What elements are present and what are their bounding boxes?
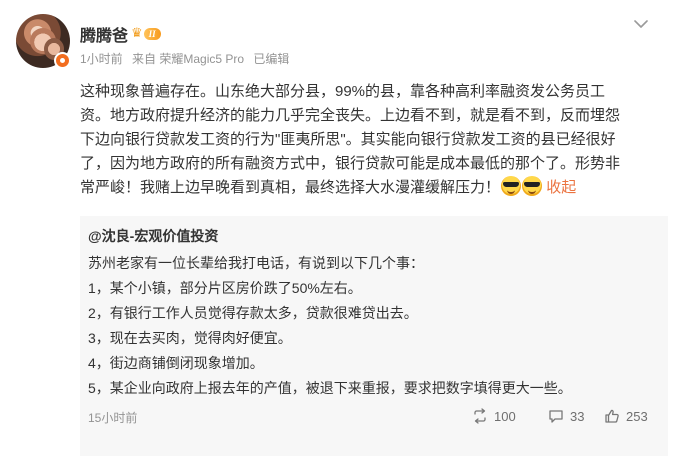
comment-button[interactable]: 33 [548, 408, 584, 424]
comment-icon [549, 410, 563, 423]
post-text-line: 资。地方政府提升经济的能力几乎完全丧失。上边看不到，就是看不到，反而埋怨 [80, 107, 621, 124]
cool-sunglasses-emoji-icon [501, 176, 522, 196]
post-text-line: 了，因为地方政府的所有融资方式中，银行贷款可能是成本最低的那个了。形势非 [80, 155, 621, 172]
repost-text-line: 4，街边商铺倒闭现象增加。 [88, 355, 264, 371]
repost-text-line: 1，某个小镇，部分片区房价跌了50%左右。 [88, 280, 362, 296]
post-text-line: 下边向银行贷款发工资的行为"匪夷所思"。其实能向银行贷款发工资的县已经很好 [80, 131, 616, 148]
weibo-post-card: 腾腾爸 ♛ II 1小时前 来自 荣耀Magic5 Pro 已编辑 这种现象普遍… [0, 0, 676, 456]
post-meta: 1小时前 来自 荣耀Magic5 Pro 已编辑 [80, 50, 295, 67]
repost-text: 苏州老家有一位长辈给我打电话，有说到以下几个事： 1，某个小镇，部分片区房价跌了… [88, 251, 660, 401]
verified-badge-icon [54, 52, 71, 69]
post-edited-label[interactable]: 已编辑 [253, 52, 289, 66]
like-button[interactable]: 253 [604, 408, 648, 424]
post-text-line: 常严峻！我赌上边早晚看到真相，最终选择大水漫灌缓解压力！ [80, 179, 501, 196]
post-text-last-line: 常严峻！我赌上边早晚看到真相，最终选择大水漫灌缓解压力！ 收起 [80, 176, 668, 200]
cool-sunglasses-emoji-icon [522, 176, 543, 196]
repost-text-line: 3，现在去买肉，觉得肉好便宜。 [88, 330, 292, 346]
username[interactable]: 腾腾爸 [80, 22, 128, 46]
repost-icon [474, 408, 486, 424]
thumbs-up-icon [605, 409, 619, 423]
post-text: 这种现象普遍存在。山东绝大部分县，99%的县，靠各种高利率融资发公务员工 资。地… [80, 80, 668, 200]
more-options-button[interactable] [631, 14, 651, 34]
repost-text-line: 5，某企业向政府上报去年的产值，被退下来重报，要求把数字填得更大一些。 [88, 380, 572, 396]
post-text-line: 这种现象普遍存在。山东绝大部分县，99%的县，靠各种高利率融资发公务员工 [80, 83, 606, 100]
like-count: 253 [626, 408, 648, 424]
collapse-link[interactable]: 收起 [546, 179, 576, 196]
avatar[interactable] [16, 14, 71, 69]
post-device: 来自 荣耀Magic5 Pro [132, 52, 245, 66]
repost-time[interactable]: 15小时前 [88, 409, 137, 426]
repost-button[interactable]: 100 [472, 408, 516, 424]
user-level-badge[interactable]: ♛ II [131, 26, 165, 42]
level-label: II [143, 28, 161, 40]
repost-count: 100 [494, 408, 516, 424]
repost-text-line: 2，有银行工作人员觉得存款太多，贷款很难贷出去。 [88, 305, 418, 321]
crown-icon: ♛ [131, 26, 143, 41]
post-time[interactable]: 1小时前 [80, 52, 123, 66]
comment-count: 33 [570, 408, 585, 424]
reposted-content[interactable]: @沈良-宏观价值投资 苏州老家有一位长辈给我打电话，有说到以下几个事： 1，某个… [80, 216, 668, 456]
chevron-down-icon [634, 19, 648, 28]
repost-text-line: 苏州老家有一位长辈给我打电话，有说到以下几个事： [88, 255, 424, 271]
repost-author-link[interactable]: @沈良-宏观价值投资 [88, 226, 218, 246]
